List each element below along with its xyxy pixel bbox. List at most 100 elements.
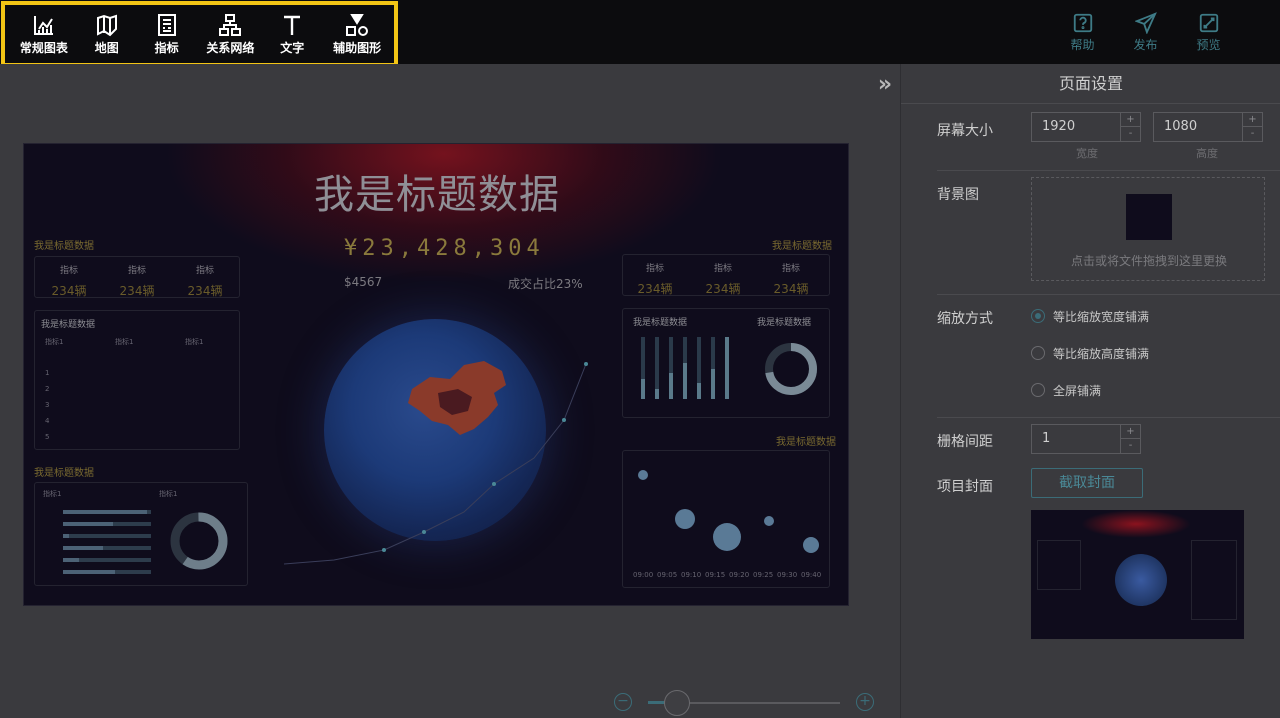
indicator-right-2: 指标 234辆 <box>705 264 741 296</box>
axis-time-8: 09:40 <box>801 571 822 579</box>
capture-cover-button[interactable]: 截取封面 <box>1031 468 1143 498</box>
upload-hint: 点击或将文件拖拽到这里更换 <box>1070 254 1227 268</box>
zoom-slider-handle[interactable] <box>664 690 690 716</box>
canvas-sub-right: 成交占比23% <box>508 277 583 291</box>
grid-stepper[interactable]: + - <box>1120 425 1140 453</box>
collapse-panel-icon[interactable]: » <box>874 72 896 98</box>
chart-tool-button[interactable]: 常规图表 <box>11 7 77 61</box>
column-panel: 我是标题数据 我是标题数据 <box>622 308 830 418</box>
list-row-1: 1 <box>45 369 50 377</box>
grid-spacing-input[interactable]: 1 + - <box>1031 424 1141 454</box>
help-label: 帮助 <box>1070 38 1095 52</box>
list-panel: 我是标题数据 指标1 指标1 指标1 1 2 3 4 5 <box>34 310 240 450</box>
indicator-tool-button[interactable]: 指标 <box>137 7 197 61</box>
indicator-right-3: 指标 234辆 <box>773 264 809 296</box>
canvas-sub-left: $4567 <box>344 275 383 289</box>
page-settings-panel: 页面设置 屏幕大小 1920 + - 1080 + - 宽度 高度 背景图 点击或将… <box>900 64 1280 718</box>
grid-spacing-label: 栅格间距 <box>937 434 993 450</box>
zoom-control: − + <box>614 690 878 716</box>
shapes-tool-button[interactable]: 辅助图形 <box>320 7 394 61</box>
axis-time-4: 09:15 <box>705 571 726 579</box>
indicator-icon <box>157 13 176 36</box>
section-title-left-1: 我是标题数据 <box>34 241 94 252</box>
axis-time-7: 09:30 <box>777 571 798 579</box>
grid-increment-icon[interactable]: + <box>1121 425 1140 439</box>
canvas-amount: ¥23,428,304 <box>344 236 545 261</box>
section-title-left-2: 我是标题数据 <box>34 468 94 479</box>
bubble-panel: 09:00 09:05 09:10 09:15 09:20 09:25 09:3… <box>622 450 830 588</box>
scale-mode-label: 缩放方式 <box>937 311 993 327</box>
list-col-3: 指标1 <box>185 338 204 346</box>
map-icon <box>96 14 117 36</box>
help-button[interactable]: 帮助 <box>1051 12 1114 53</box>
text-tool-label: 文字 <box>280 40 305 55</box>
screen-size-label: 屏幕大小 <box>937 123 993 139</box>
dashboard-canvas[interactable]: 我是标题数据 ¥23,428,304 $4567 成交占比23% 我是标题数据 … <box>23 143 849 606</box>
height-stepper[interactable]: + - <box>1242 113 1262 141</box>
map-tool-button[interactable]: 地图 <box>77 7 137 61</box>
indicator-panel-left: 指标 234辆 指标 234辆 指标 234辆 <box>34 256 240 298</box>
zoom-in-icon[interactable]: + <box>856 693 874 711</box>
list-row-5: 5 <box>45 433 50 441</box>
height-input[interactable]: 1080 + - <box>1153 112 1263 142</box>
header-actions: 帮助 发布 预览 <box>1051 12 1240 53</box>
section-title-right-2: 我是标题数据 <box>776 437 836 448</box>
height-value: 1080 <box>1164 119 1198 134</box>
column-chart-decoration <box>641 337 729 399</box>
bar-panel: 指标1 指标1 <box>34 482 248 586</box>
bubble-chart-decoration <box>638 470 819 553</box>
publish-label: 发布 <box>1133 38 1158 52</box>
list-col-1: 指标1 <box>45 338 64 346</box>
cover-thumbnail <box>1031 510 1244 639</box>
background-upload[interactable]: 点击或将文件拖拽到这里更换 <box>1031 177 1265 281</box>
grid-decrement-icon[interactable]: - <box>1121 439 1140 453</box>
top-toolbar: 常规图表 地图 指标 关系网络 文字 辅助图形 帮助 发布 预览 <box>0 0 1280 67</box>
background-label: 背景图 <box>937 187 979 203</box>
list-panel-title: 我是标题数据 <box>41 320 96 330</box>
network-tool-button[interactable]: 关系网络 <box>197 7 265 61</box>
canvas-title: 我是标题数据 <box>314 172 560 218</box>
network-icon <box>219 13 242 36</box>
indicator-panel-right: 指标 234辆 指标 234辆 指标 234辆 <box>622 254 830 296</box>
list-col-2: 指标1 <box>115 338 134 346</box>
preview-icon <box>1199 13 1218 33</box>
text-tool-button[interactable]: 文字 <box>264 7 320 61</box>
width-decrement-icon[interactable]: - <box>1121 127 1140 141</box>
trend-line-decoration <box>283 362 588 565</box>
width-input[interactable]: 1920 + - <box>1031 112 1141 142</box>
indicator-tool-label: 指标 <box>154 40 179 55</box>
indicator-left-3: 指标 234辆 <box>187 266 223 298</box>
scale-option-width[interactable]: 等比缩放宽度铺满 <box>1031 307 1149 325</box>
scale-option-fullscreen[interactable]: 全屏铺满 <box>1031 381 1101 399</box>
height-increment-icon[interactable]: + <box>1243 113 1262 127</box>
send-icon <box>1134 12 1157 34</box>
width-increment-icon[interactable]: + <box>1121 113 1140 127</box>
settings-title: 页面设置 <box>901 64 1280 104</box>
ring-chart-left <box>170 512 228 570</box>
chart-icon <box>33 15 53 35</box>
list-row-2: 2 <box>45 385 50 393</box>
preview-label: 预览 <box>1196 38 1221 52</box>
indicator-left-2: 指标 234辆 <box>119 266 155 298</box>
axis-time-3: 09:10 <box>681 571 702 579</box>
shapes-icon <box>346 13 369 36</box>
map-tool-label: 地图 <box>94 40 119 55</box>
axis-time-6: 09:25 <box>753 571 774 579</box>
bar-panel-header: 指标1 <box>43 490 62 498</box>
width-stepper[interactable]: + - <box>1120 113 1140 141</box>
component-toolbox: 常规图表 地图 指标 关系网络 文字 辅助图形 <box>1 1 398 67</box>
preview-button[interactable]: 预览 <box>1177 12 1240 53</box>
radio-icon <box>1031 383 1045 397</box>
ring-chart-right <box>765 343 817 395</box>
height-caption: 高度 <box>1196 147 1218 160</box>
shapes-tool-label: 辅助图形 <box>333 40 382 55</box>
zoom-out-icon[interactable]: − <box>614 693 632 711</box>
list-row-4: 4 <box>45 417 50 425</box>
width-caption: 宽度 <box>1076 147 1098 160</box>
axis-time-5: 09:20 <box>729 571 750 579</box>
radio-icon <box>1031 346 1045 360</box>
publish-button[interactable]: 发布 <box>1114 12 1177 53</box>
scale-option-height[interactable]: 等比缩放高度铺满 <box>1031 344 1149 362</box>
height-decrement-icon[interactable]: - <box>1243 127 1262 141</box>
indicator-left-1: 指标 234辆 <box>51 266 87 298</box>
